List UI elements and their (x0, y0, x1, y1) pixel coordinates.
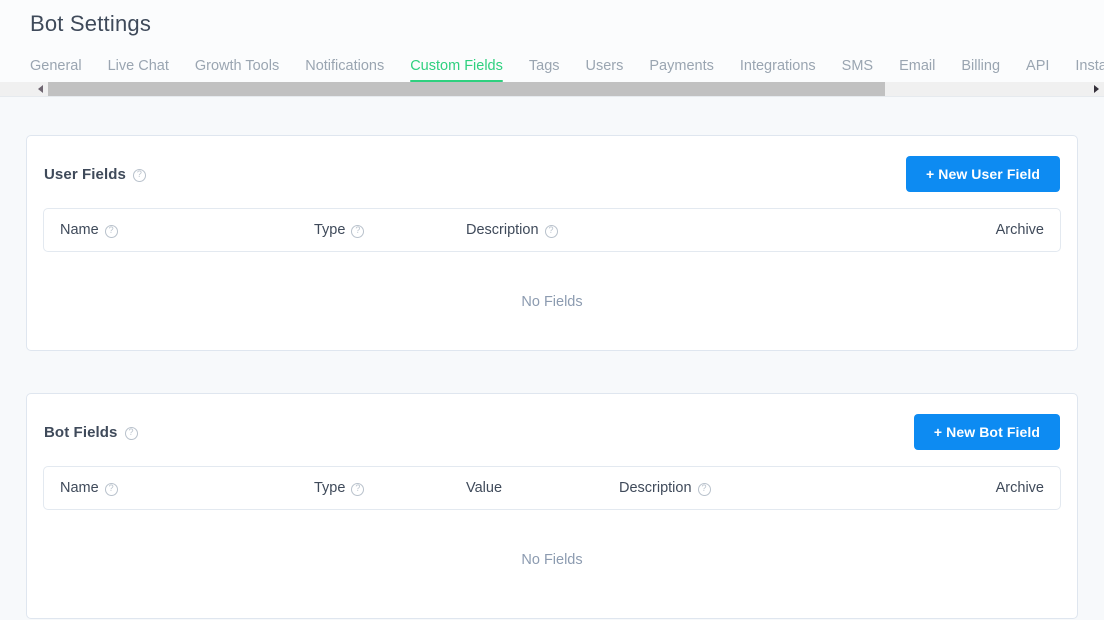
tabs-horizontal-scrollbar[interactable] (0, 82, 1104, 98)
help-circle-icon[interactable]: ? (351, 224, 365, 238)
column-header-description: Description ? (466, 222, 558, 238)
bot-fields-table-header: Name ? Type ? Value Description ? Archiv… (43, 466, 1061, 511)
tab-integrations[interactable]: Integrations (740, 59, 816, 83)
tabstrip: General Live Chat Growth Tools Notificat… (0, 46, 1104, 82)
help-circle-icon[interactable]: ? (697, 482, 711, 496)
bot-fields-title: Bot Fields (44, 423, 118, 441)
tab-billing[interactable]: Billing (961, 59, 1000, 83)
scrollbar-track[interactable] (48, 82, 1088, 97)
help-circle-icon[interactable]: ? (104, 224, 118, 238)
main-content: User Fields ? + New User Field Name ? Ty… (0, 135, 1104, 620)
tab-api[interactable]: API (1026, 59, 1049, 83)
scroll-left-button[interactable] (32, 82, 48, 97)
column-header-name: Name ? (60, 480, 314, 496)
page-header: Bot Settings General Live Chat Growth To… (0, 0, 1104, 98)
tab-payments[interactable]: Payments (649, 59, 713, 83)
tab-live-chat[interactable]: Live Chat (108, 59, 169, 83)
bot-fields-empty-message: No Fields (521, 552, 583, 569)
tab-growth-tools[interactable]: Growth Tools (195, 59, 279, 83)
user-fields-header: User Fields ? + New User Field (43, 154, 1061, 194)
column-header-type: Type ? (314, 222, 466, 238)
tab-general[interactable]: General (30, 59, 82, 83)
tab-notifications[interactable]: Notifications (305, 59, 384, 83)
column-header-value: Value (466, 480, 503, 497)
help-circle-icon[interactable]: ? (132, 168, 146, 182)
column-header-type: Type ? (314, 480, 466, 496)
right-arrow-icon (1093, 85, 1099, 94)
scroll-right-button[interactable] (1088, 82, 1104, 97)
help-circle-icon[interactable]: ? (351, 482, 365, 496)
help-circle-icon[interactable]: ? (124, 426, 138, 440)
bot-fields-table: Name ? Type ? Value Description ? Archiv… (43, 466, 1061, 602)
tab-custom-fields[interactable]: Custom Fields (410, 59, 503, 83)
help-circle-icon[interactable]: ? (104, 482, 118, 496)
bot-settings-page: Bot Settings General Live Chat Growth To… (0, 0, 1104, 620)
user-fields-table-header: Name ? Type ? Description ? Archive (43, 208, 1061, 253)
bot-fields-card: Bot Fields ? + New Bot Field Name ? Type… (26, 393, 1078, 620)
column-header-archive: Archive (995, 480, 1044, 497)
user-fields-empty-message: No Fields (521, 294, 583, 311)
column-header-archive: Archive (995, 222, 1044, 239)
left-arrow-icon (37, 85, 43, 94)
tab-sms[interactable]: SMS (842, 59, 873, 83)
tabs-container: General Live Chat Growth Tools Notificat… (0, 46, 1104, 83)
user-fields-title-group: User Fields ? (44, 166, 146, 183)
bot-fields-header: Bot Fields ? + New Bot Field (43, 412, 1061, 452)
page-title: Bot Settings (30, 11, 152, 36)
user-fields-title: User Fields (44, 165, 126, 183)
bot-fields-title-group: Bot Fields ? (44, 424, 138, 441)
new-bot-field-button[interactable]: + New Bot Field (913, 414, 1060, 451)
tab-tags[interactable]: Tags (529, 59, 560, 83)
tab-email[interactable]: Email (899, 59, 935, 83)
column-header-description: Description ? (619, 480, 711, 496)
tab-users[interactable]: Users (586, 59, 624, 83)
column-header-name: Name ? (60, 222, 314, 238)
new-user-field-button[interactable]: + New User Field (905, 156, 1060, 193)
help-circle-icon[interactable]: ? (544, 224, 558, 238)
tab-installed-templates[interactable]: Installed Temp (1075, 59, 1104, 83)
scrollbar-thumb[interactable] (48, 82, 886, 97)
user-fields-table: Name ? Type ? Description ? Archive No F… (43, 208, 1061, 334)
user-fields-card: User Fields ? + New User Field Name ? Ty… (26, 135, 1078, 352)
